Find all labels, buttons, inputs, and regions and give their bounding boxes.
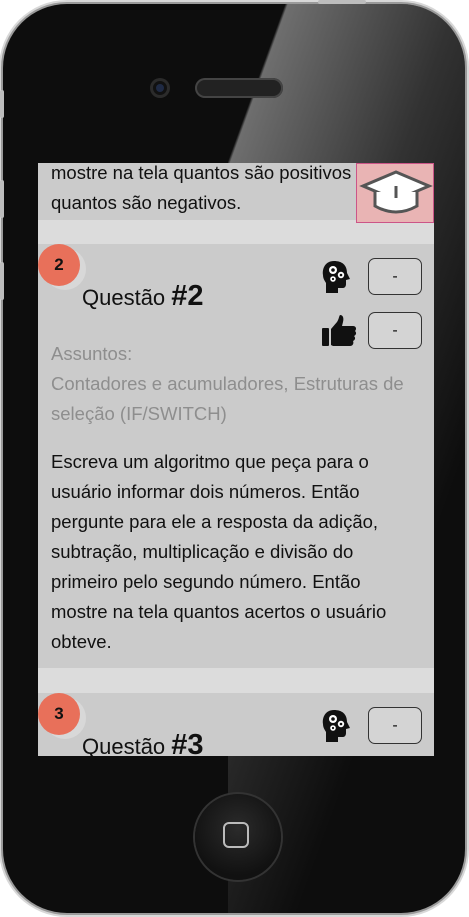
app-screen[interactable]: mostre na tela quantos são positivos e q… — [38, 163, 434, 756]
subjects-list: Contadores e acumuladores, Estruturas de… — [51, 373, 404, 424]
difficulty-button[interactable]: - — [368, 258, 422, 295]
subjects-label: Assuntos: — [51, 343, 133, 364]
brain-gears-icon — [320, 258, 358, 296]
volume-down-button — [0, 262, 4, 300]
home-button-square-icon — [223, 822, 249, 848]
difficulty-button[interactable]: - — [368, 707, 422, 744]
question-number-badge: 3 — [38, 693, 80, 735]
volume-up-button — [0, 180, 4, 218]
graduation-cap-logo — [356, 163, 434, 223]
phone-frame: mostre na tela quantos são positivos e q… — [3, 4, 465, 913]
question-title-prefix: Questão — [82, 734, 166, 756]
question-title: Questão #2 — [82, 280, 204, 313]
mute-switch — [0, 90, 4, 118]
question-card-1: mostre na tela quantos são positivos e q… — [38, 163, 434, 223]
question-title: Questão #3 — [82, 729, 204, 756]
question-2-text: Escreva um algoritmo que peça para o usu… — [51, 451, 387, 652]
earpiece-speaker — [195, 78, 283, 98]
brain-gears-icon — [320, 707, 358, 745]
question-title-number: #2 — [171, 280, 204, 312]
question-title-number: #3 — [171, 729, 204, 756]
question-number-badge: 2 — [38, 244, 80, 286]
question-title-prefix: Questão — [82, 285, 166, 310]
power-button — [318, 0, 366, 4]
home-button[interactable] — [195, 794, 281, 880]
question-card-2: 2 Questão #2 - - Assuntos: Contadores e … — [38, 244, 434, 668]
front-camera — [150, 78, 170, 98]
question-card-3: 3 Questão #3 - — [38, 693, 434, 756]
